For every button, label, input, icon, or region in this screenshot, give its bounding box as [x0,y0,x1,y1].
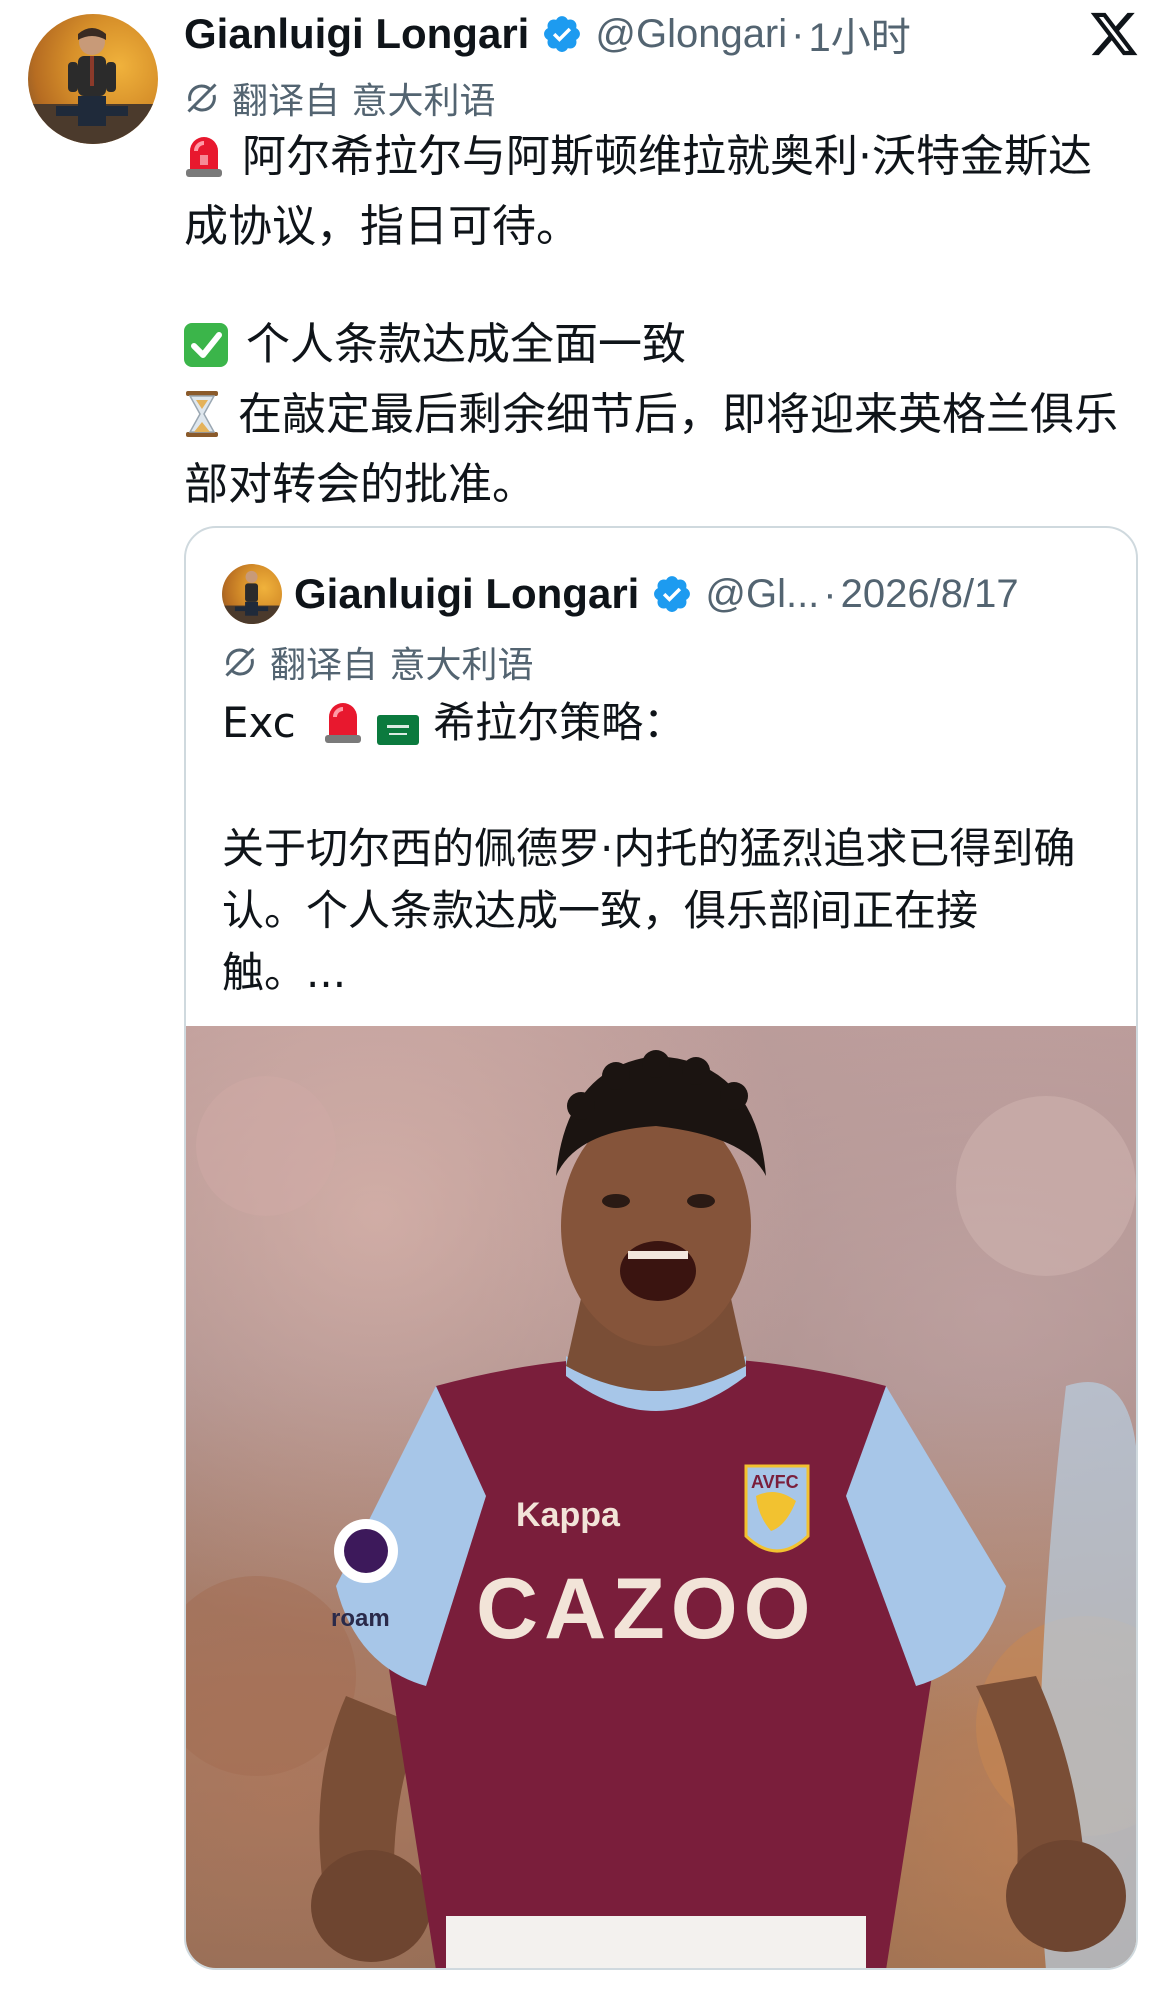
author-avatar[interactable] [28,14,158,144]
separator-dot: · [791,11,805,56]
tweet-header: Gianluigi Longari @Glongari · 1小时 [184,4,911,64]
quoted-translation-note[interactable]: 翻译自 意大利语 [222,636,533,688]
quoted-text: Exc 希拉尔策略： 关于切尔西的佩德罗·内托的猛烈追求已得到确认。个人条款达成… [222,692,1102,1004]
author-handle[interactable]: @Glongari [595,12,787,57]
tweet[interactable]: Gianluigi Longari @Glongari · 1小时 翻译自 意大… [0,0,1170,2004]
separator-dot: · [823,571,837,616]
quoted-author-name: Gianluigi Longari [294,570,640,617]
check-mark-emoji [184,322,228,384]
quoted-header: Gianluigi Longari @Gl... · 2026/8/17 [222,564,1019,624]
x-logo-icon[interactable] [1088,8,1140,60]
quoted-line-2: 关于切尔西的佩德罗·内托的猛烈追求已得到确认。个人条款达成一致，俱乐部间正在接触… [222,824,1076,997]
quoted-media-image[interactable]: CAZOO AVFC Kappa roam [186,1026,1136,1968]
verified-badge-icon [541,13,583,55]
verified-badge-icon [651,573,693,615]
quoted-line-1-suffix: 希拉尔策略： [433,698,686,747]
tweet-body: 阿尔希拉尔与阿斯顿维拉就奥利·沃特金斯达成协议，指日可待。 个人条款达成全面一致 [184,126,1134,516]
author-name[interactable]: Gianluigi Longari [184,10,529,58]
club-badge-text: AVFC [751,1472,799,1492]
quoted-author-avatar [222,564,282,624]
quoted-translation-label: 翻译自 意大利语 [270,645,534,686]
hourglass-emoji [184,391,220,454]
tweet-line-1: 阿尔希拉尔与阿斯顿维拉就奥利·沃特金斯达成协议，指日可待。 [184,131,1092,252]
translate-icon [187,83,217,113]
quoted-author-handle: @Gl... [705,571,820,616]
translation-note[interactable]: 翻译自 意大利语 [184,72,495,124]
kit-brand: Kappa [516,1496,621,1534]
translation-label: 翻译自 意大利语 [232,81,496,122]
sleeve-sponsor: roam [331,1605,390,1632]
tweet-line-3: 在敲定最后剩余细节后，即将迎来英格兰俱乐部对转会的批准。 [184,389,1118,510]
police-light-emoji [323,699,363,762]
tweet-line-2: 个人条款达成全面一致 [246,319,686,370]
police-light-emoji [184,133,224,196]
quoted-tweet[interactable]: Gianluigi Longari @Gl... · 2026/8/17 翻译自… [184,526,1138,1970]
quoted-line-1-prefix: Exc [222,698,296,747]
post-time[interactable]: 1小时 [808,5,910,63]
saudi-flag-emoji [377,700,420,762]
quoted-date: 2026/8/17 [840,571,1019,616]
jersey-sponsor: CAZOO [476,1561,817,1657]
translate-icon [225,647,255,677]
